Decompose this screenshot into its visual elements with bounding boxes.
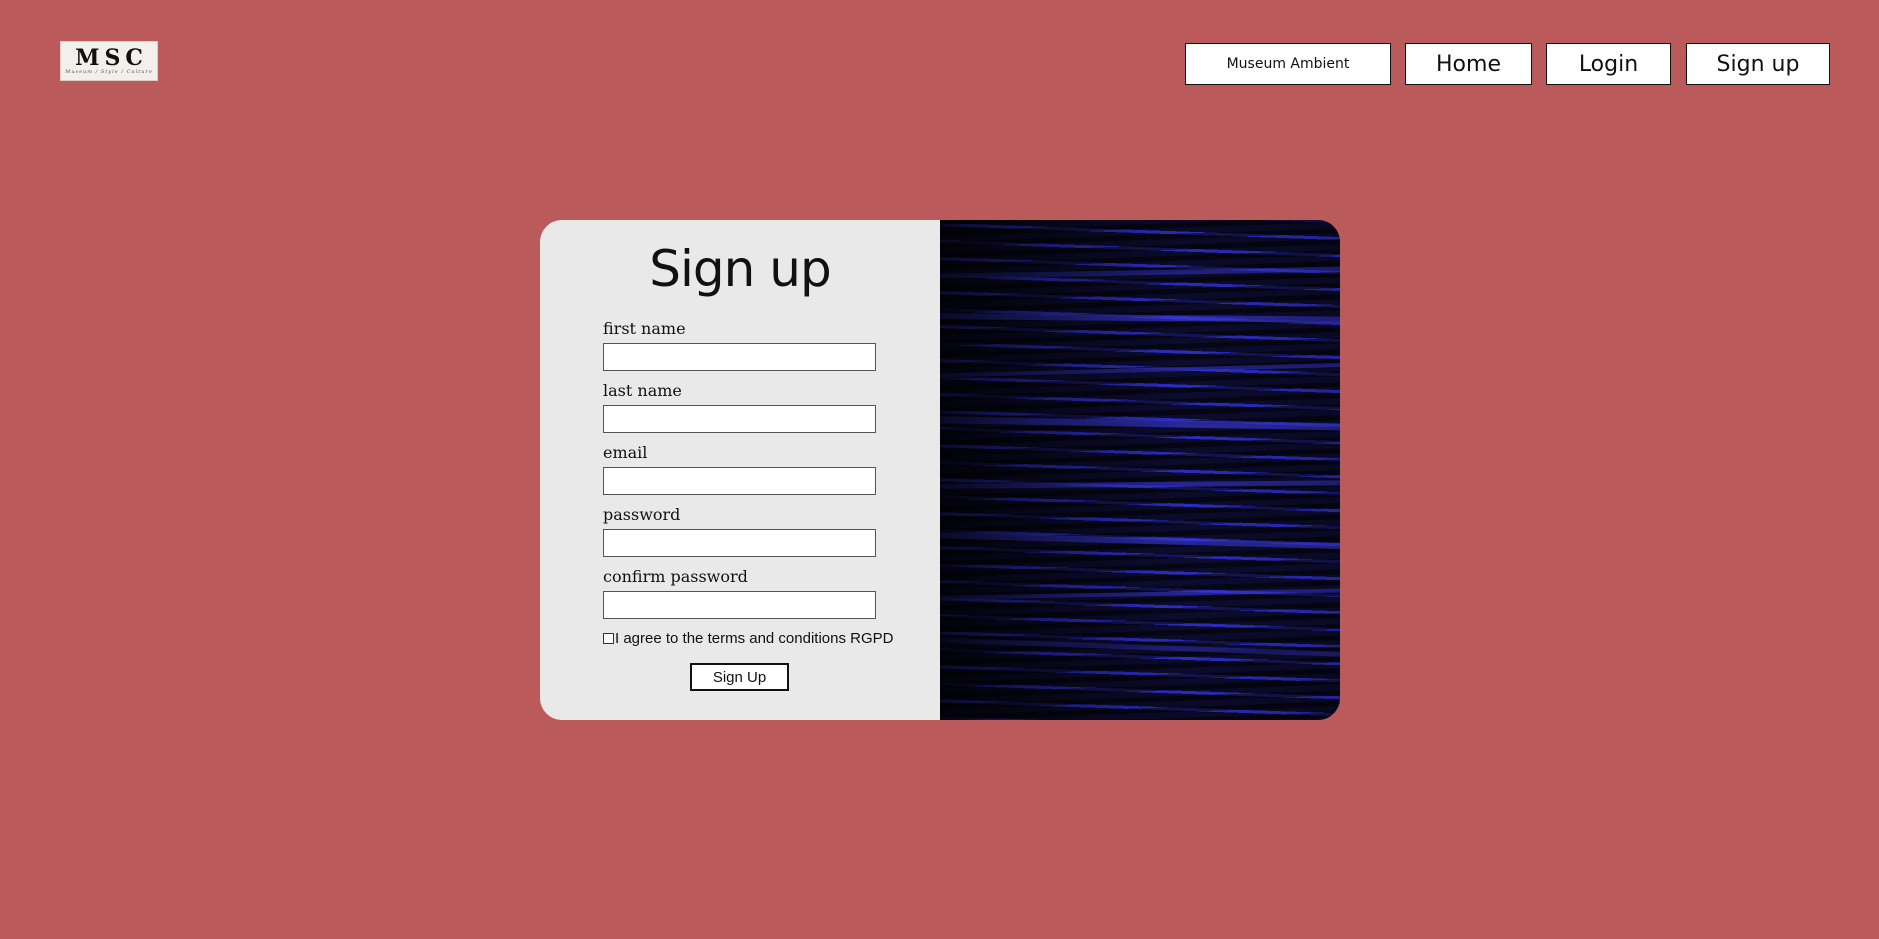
first-name-input[interactable] [603,343,876,371]
site-logo[interactable]: MSC Museum / Style / Culture [60,41,158,81]
nav-login-button[interactable]: Login [1546,43,1671,85]
last-name-input[interactable] [603,405,876,433]
password-label: password [603,505,681,524]
art-shading [940,220,1340,720]
form-title: Sign up [649,240,831,298]
nav-museum-ambient-button[interactable]: Museum Ambient [1185,43,1391,85]
email-label: email [603,443,648,462]
logo-text: MSC [75,45,148,71]
signup-submit-button[interactable]: Sign Up [690,663,789,691]
first-name-label: first name [603,319,686,338]
nav-home-button[interactable]: Home [1405,43,1532,85]
signup-card: Sign up first name last name email passw… [540,220,1340,720]
logo-subtitle: Museum / Style / Culture [65,69,153,75]
last-name-label: last name [603,381,682,400]
terms-label: I agree to the terms and conditions RGPD [615,630,894,647]
email-input[interactable] [603,467,876,495]
terms-row: I agree to the terms and conditions RGPD [603,630,893,647]
nav-signup-button[interactable]: Sign up [1686,43,1830,85]
decorative-artwork-image [940,220,1340,720]
confirm-password-label: confirm password [603,567,748,586]
terms-checkbox[interactable] [603,633,614,644]
confirm-password-input[interactable] [603,591,876,619]
password-input[interactable] [603,529,876,557]
signup-form: Sign up first name last name email passw… [540,220,940,720]
